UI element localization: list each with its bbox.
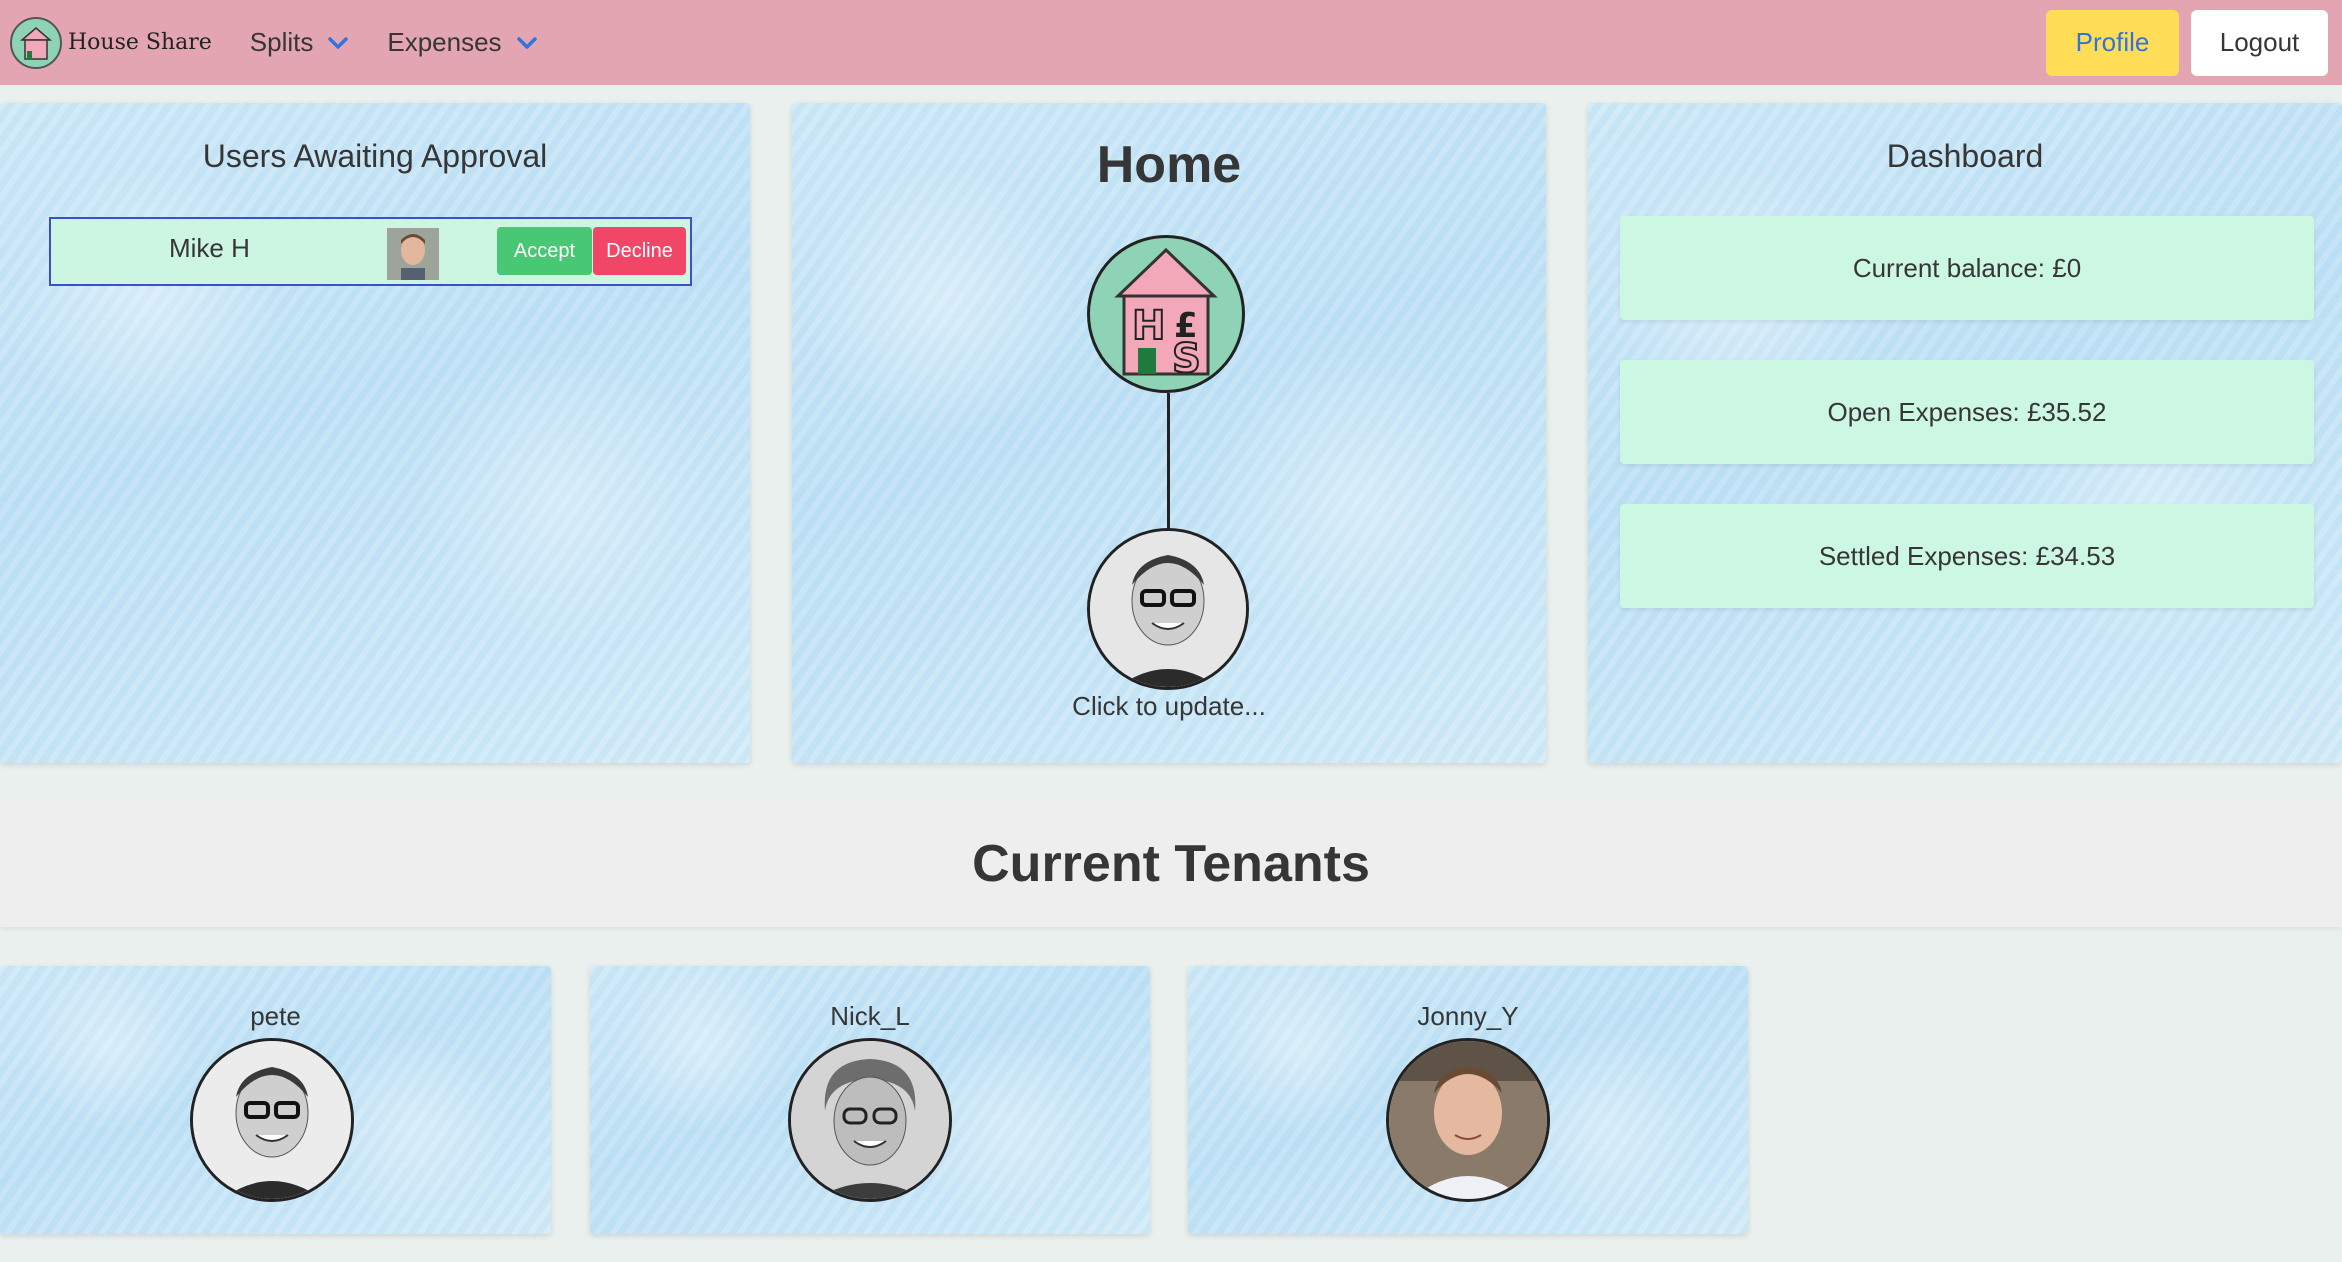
tenant-avatar: [190, 1038, 354, 1202]
navbar-actions: Profile Logout: [2046, 9, 2328, 76]
approval-title: Users Awaiting Approval: [202, 138, 548, 174]
pending-user-row: Mike H Accept Decline: [49, 217, 692, 286]
home-title: Home: [1096, 136, 1242, 194]
chevron-down-icon: [516, 36, 537, 49]
logo-letter-s: S: [1172, 336, 1201, 382]
brand-link[interactable]: House Share: [10, 16, 212, 69]
logo-letter-h: H: [1132, 303, 1165, 349]
logout-button[interactable]: Logout: [2191, 9, 2328, 76]
accept-button[interactable]: Accept: [497, 227, 592, 275]
expenses-menu[interactable]: Expenses: [387, 27, 537, 58]
home-connector-line: [1167, 393, 1170, 530]
splits-menu[interactable]: Splits: [250, 27, 350, 58]
tenant-name: pete: [250, 1001, 301, 1031]
tenant-name: Nick_L: [830, 1001, 910, 1031]
house-share-logo-icon: [10, 16, 62, 69]
expenses-menu-label: Expenses: [387, 27, 502, 57]
tenant-avatar: [1386, 1038, 1550, 1202]
pending-user-avatar: [387, 228, 439, 280]
settled-expenses-stat: Settled Expenses: £34.53: [1620, 504, 2314, 608]
current-balance-stat: Current balance: £0: [1620, 216, 2314, 320]
navbar: House Share Splits Expenses Profile Logo…: [0, 0, 2342, 85]
tenant-avatar: [788, 1038, 952, 1202]
brand-name: House Share: [68, 30, 212, 55]
decline-button[interactable]: Decline: [593, 227, 686, 275]
pending-user-name: Mike H: [169, 233, 250, 263]
approval-card: Users Awaiting Approval Mike H Accept De…: [0, 103, 750, 763]
click-to-update-link[interactable]: Click to update...: [792, 691, 1546, 722]
splits-menu-label: Splits: [249, 27, 314, 57]
open-expenses-stat: Open Expenses: £35.52: [1620, 360, 2314, 464]
home-user-avatar[interactable]: [1087, 528, 1249, 690]
profile-button[interactable]: Profile: [2046, 9, 2179, 76]
chevron-down-icon: [328, 36, 349, 49]
tenants-title: Current Tenants: [972, 835, 1370, 893]
house-logo-icon: H £ S: [1087, 235, 1245, 393]
tenants-header: Current Tenants: [0, 801, 2342, 927]
tenant-name: Jonny_Y: [1417, 1001, 1519, 1031]
dashboard-title: Dashboard: [1886, 138, 2044, 174]
